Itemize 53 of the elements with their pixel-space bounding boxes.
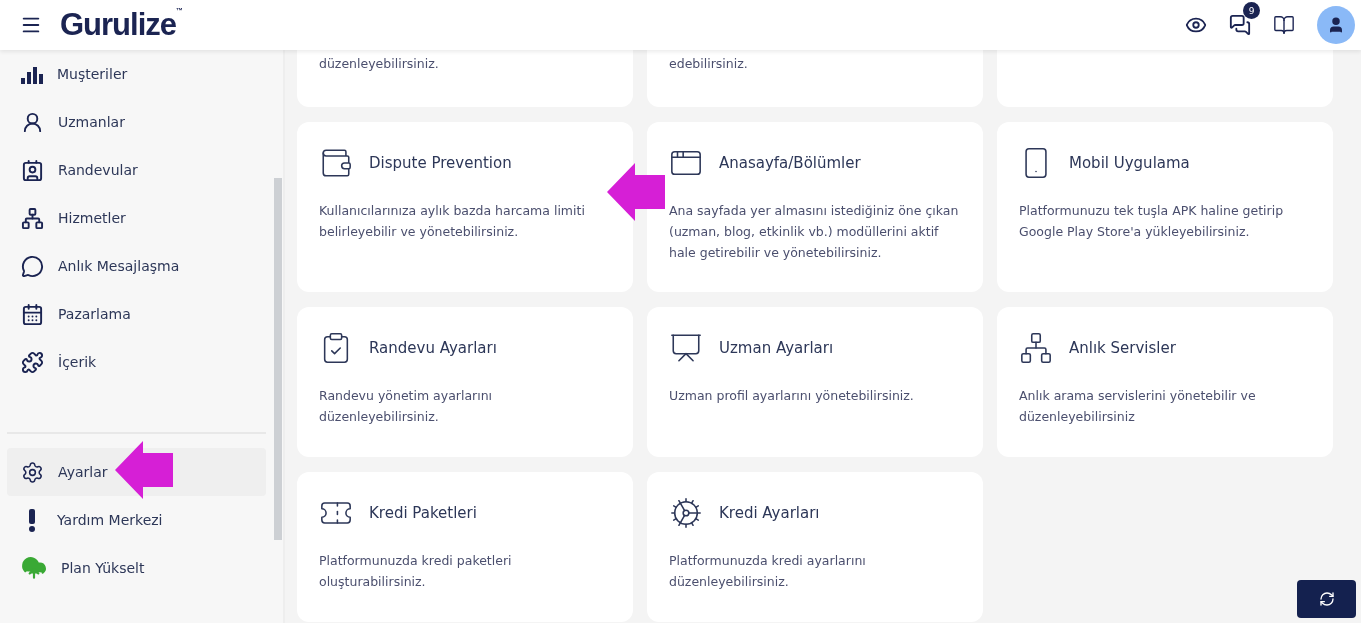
card-description: Platformunuzda kredi paketleri oluşturabilirsiniz. xyxy=(319,552,513,591)
sidebar-item[interactable]: Hizmetler xyxy=(7,194,266,242)
cloud-upload-icon xyxy=(21,555,47,581)
card-title: Mobil Uygulama xyxy=(1069,154,1190,172)
sidebar-item[interactable]: Plan Yükselt xyxy=(7,544,266,592)
chart-icon xyxy=(21,64,43,84)
exclamation-icon xyxy=(29,508,35,532)
card-description: edebilirsiniz. xyxy=(669,55,749,73)
refresh-button[interactable] xyxy=(1297,580,1356,618)
person-icon xyxy=(1327,16,1345,34)
card-title: Kredi Ayarları xyxy=(719,504,820,522)
sidebar-item[interactable]: Randevular xyxy=(7,146,266,194)
card-title: Anasayfa/Bölümler xyxy=(719,154,861,172)
sidebar-item[interactable]: Uzmanlar xyxy=(7,98,266,146)
settings-card[interactable]: düzenleyebilirsiniz. xyxy=(297,50,633,107)
card-description: Kullanıcılarınıza aylık bazda harcama limiti belirleyebilir ve yönetebilirsiniz. xyxy=(319,202,586,241)
settings-card[interactable]: Kredi Paketleri Platformunuzda kredi paketleri oluşturabilirsiniz. xyxy=(297,472,633,622)
settings-card[interactable]: Randevu Ayarları Randevu yönetim ayarlarını düzenleyebilirsiniz. xyxy=(297,307,633,457)
settings-card[interactable]: edebilirsiniz. xyxy=(647,50,983,107)
avatar-button[interactable] xyxy=(1317,6,1355,44)
user-icon xyxy=(21,110,44,134)
card-description: düzenleyebilirsiniz. xyxy=(319,55,440,73)
settings-card[interactable]: Anlık Servisler Anlık arama servislerini yönetebilir ve düzenleyebilirsiniz xyxy=(997,307,1333,457)
card-description: Ana sayfada yer almasını istediğiniz öne çıkan (uzman, blog, etkinlik vb.) modüllerini aktif hale getirebilir ve yönetebilirsiniz. xyxy=(669,202,960,262)
puzzle-icon xyxy=(21,350,44,374)
sidebar-item[interactable]: Yardım Merkezi xyxy=(7,496,266,544)
card-title: Randevu Ayarları xyxy=(369,339,497,357)
card-title: Kredi Paketleri xyxy=(369,504,477,522)
notification-badge: 9 xyxy=(1243,2,1260,19)
settings-card[interactable]: Dispute Prevention Kullanıcılarınıza aylık bazda harcama limiti belirleyebilir ve yönetebilirsiniz. xyxy=(297,122,633,292)
card-description: Platformunuzda kredi ayarlarını düzenleyebilirsiniz. xyxy=(669,552,867,591)
settings-card[interactable]: Anasayfa/Bölümler Ana sayfada yer almasını istediğiniz öne çıkan (uzman, blog, etkinlik vb.) modüllerini aktif hale getirebilir ve yönetebilirsiniz. xyxy=(647,122,983,292)
sidebar-item[interactable]: İçerik xyxy=(7,338,266,386)
contact-card-icon xyxy=(21,158,44,182)
settings-card[interactable]: Mobil Uygulama Platformunuzu tek tuşla APK haline getirip Google Play Store'a yükleyebilirsiniz. xyxy=(997,122,1333,292)
chat-button[interactable] xyxy=(1229,14,1251,36)
card-title: Uzman Ayarları xyxy=(719,339,834,357)
card-description: Platformunuzu tek tuşla APK haline getirip Google Play Store'a yükleyebilirsiniz. xyxy=(1019,202,1285,241)
sidebar-item[interactable]: Pazarlama xyxy=(7,290,266,338)
hierarchy-icon xyxy=(21,206,44,230)
card-description: Anlık arama servislerini yönetebilir ve düzenleyebilirsiniz xyxy=(1019,387,1257,426)
book-button[interactable] xyxy=(1273,14,1295,36)
card-title: Dispute Prevention xyxy=(369,154,512,172)
sidebar-item[interactable]: Muşteriler xyxy=(7,50,266,98)
scrollbar-thumb[interactable] xyxy=(274,178,282,540)
server-network-icon xyxy=(1019,331,1053,365)
sidebar-item[interactable]: Anlık Mesajlaşma xyxy=(7,242,266,290)
refresh-icon xyxy=(1318,591,1335,607)
card-description: Randevu yönetim ayarlarını düzenleyebilirsiniz. xyxy=(319,387,494,426)
settings-card[interactable]: Kredi Ayarları Platformunuzda kredi ayarlarını düzenleyebilirsiniz. xyxy=(647,472,983,622)
settings-card[interactable]: Uzman Ayarları Uzman profil ayarlarını yönetebilirsiniz. xyxy=(647,307,983,457)
card-title: Anlık Servisler xyxy=(1069,339,1176,357)
card-description: Uzman profil ayarlarını yönetebilirsiniz. xyxy=(669,387,915,405)
